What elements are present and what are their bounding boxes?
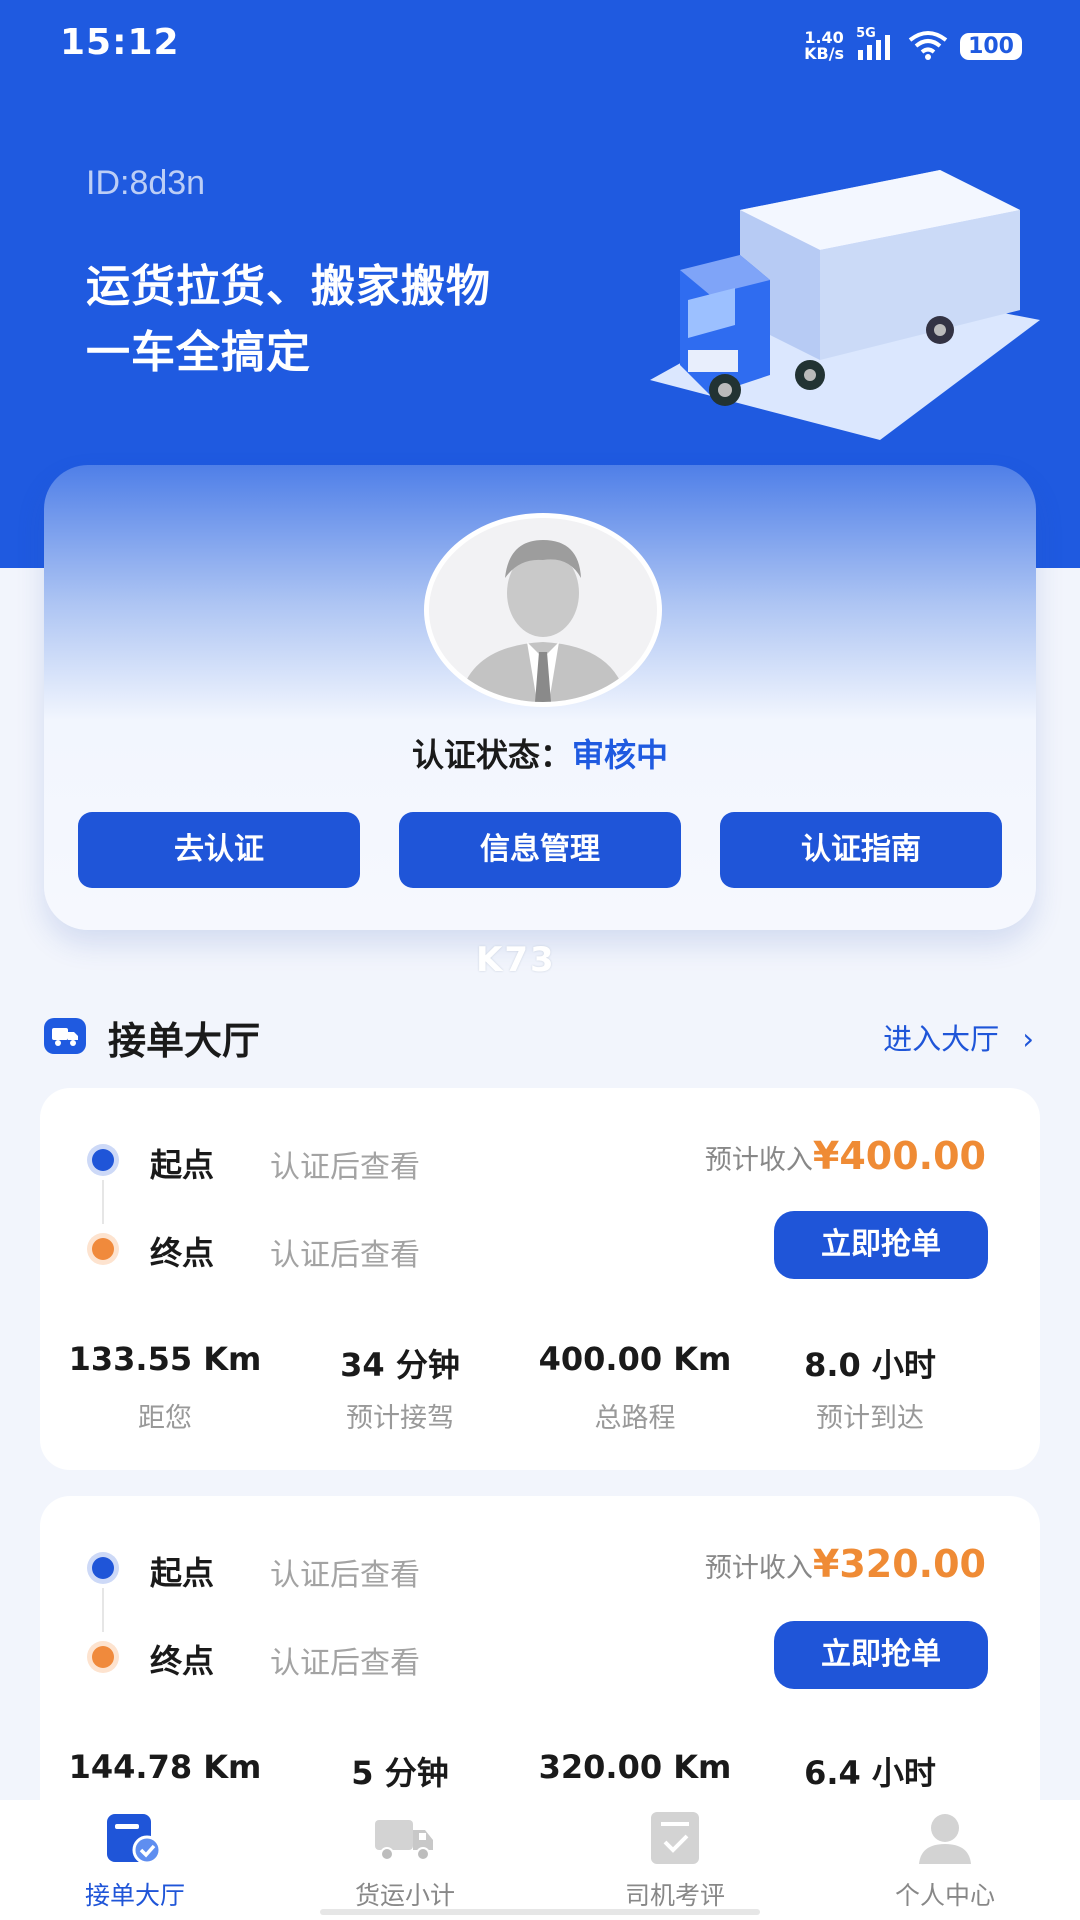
status-time: 15:12 xyxy=(60,22,180,63)
end-dot-icon xyxy=(92,1238,114,1260)
order-hall-header: 接单大厅 进入大厅 › xyxy=(44,1010,1034,1063)
truck-illustration xyxy=(650,170,1040,440)
review-icon xyxy=(643,1810,707,1866)
bottom-tab-bar: 接单大厅 货运小计 司机考评 个人中心 xyxy=(0,1800,1080,1920)
enter-hall-link-label: 进入大厅 xyxy=(883,1022,1000,1056)
income-amount: ¥400.00 xyxy=(812,1134,986,1178)
enter-hall-link[interactable]: 进入大厅 › xyxy=(883,1016,1034,1058)
tab-freight-summary-label: 货运小计 xyxy=(354,1881,455,1910)
stat-pickup-time-label: 预计接驾 xyxy=(346,1403,454,1434)
stat-pickup-time-value: 34 分钟 xyxy=(340,1346,460,1384)
stat-total-route-label: 总路程 xyxy=(594,1403,676,1434)
end-value: 认证后查看 xyxy=(270,1646,420,1681)
stat-arrival-value: 8.0 小时 xyxy=(804,1346,936,1384)
stat-distance-value: 144.78 Km xyxy=(68,1748,262,1786)
start-dot-icon xyxy=(92,1149,114,1171)
tab-driver-review[interactable]: 司机考评 xyxy=(540,1800,810,1920)
network-type: 5G xyxy=(856,26,876,41)
person-icon xyxy=(913,1810,977,1866)
hero-title: 运货拉货、搬家搬物 一车全搞定 xyxy=(86,254,491,386)
start-label: 起点 xyxy=(150,1146,215,1184)
start-value: 认证后查看 xyxy=(270,1150,420,1185)
stat-pickup-time-value: 5 分钟 xyxy=(351,1754,449,1792)
info-manage-button[interactable]: 信息管理 xyxy=(399,812,681,888)
grab-order-button[interactable]: 立即抢单 xyxy=(774,1621,988,1689)
cert-guide-button[interactable]: 认证指南 xyxy=(720,812,1002,888)
tab-personal-center[interactable]: 个人中心 xyxy=(810,1800,1080,1920)
chevron-right-icon: › xyxy=(1022,1022,1034,1056)
battery-icon: 100 xyxy=(960,32,1022,60)
tab-personal-center-label: 个人中心 xyxy=(894,1881,995,1910)
end-label: 终点 xyxy=(150,1234,215,1272)
income-row: 预计收入¥320.00 xyxy=(705,1542,986,1586)
income-label: 预计收入 xyxy=(704,1553,813,1584)
tab-order-hall-label: 接单大厅 xyxy=(84,1881,185,1910)
cert-status-label: 认证状态： xyxy=(411,736,572,774)
stat-distance-value: 133.55 Km xyxy=(68,1340,262,1378)
stat-arrival-value: 6.4 小时 xyxy=(804,1754,936,1792)
network-speed: 1.40 KB/s xyxy=(804,30,844,62)
cert-status-row: 认证状态：审核中 xyxy=(44,730,1036,776)
route-line xyxy=(102,1180,104,1224)
truck-icon xyxy=(373,1810,437,1866)
signal-icon: 5G xyxy=(856,26,896,62)
income-row: 预计收入¥400.00 xyxy=(705,1134,986,1178)
tab-driver-review-label: 司机考评 xyxy=(624,1881,725,1910)
network-speed-unit: KB/s xyxy=(804,44,845,63)
tab-order-hall[interactable]: 接单大厅 xyxy=(0,1800,270,1920)
watermark-logo: K73 xyxy=(476,940,556,980)
status-indicators: 1.40 KB/s 5G 100 xyxy=(804,26,1022,64)
end-label: 终点 xyxy=(150,1642,215,1680)
truck-badge-icon xyxy=(44,1018,86,1054)
status-bar: 15:12 1.40 KB/s 5G 100 xyxy=(0,0,1080,90)
income-label: 预计收入 xyxy=(704,1145,813,1176)
route-line xyxy=(102,1588,104,1632)
tab-freight-summary[interactable]: 货运小计 xyxy=(270,1800,540,1920)
stat-total-route-value: 400.00 Km xyxy=(538,1340,732,1378)
income-amount: ¥320.00 xyxy=(812,1542,986,1586)
stat-total-route-value: 320.00 Km xyxy=(538,1748,732,1786)
user-id: ID:8d3n xyxy=(86,164,206,202)
stat-distance-label: 距您 xyxy=(138,1403,192,1434)
avatar[interactable] xyxy=(424,513,662,707)
end-value: 认证后查看 xyxy=(270,1238,420,1273)
order-card[interactable]: 起点 认证后查看 终点 认证后查看 预计收入¥400.00 立即抢单 133.5… xyxy=(40,1088,1040,1470)
start-value: 认证后查看 xyxy=(270,1558,420,1593)
profile-card: 认证状态：审核中 去认证 信息管理 认证指南 xyxy=(44,465,1036,930)
order-hall-icon xyxy=(103,1810,167,1866)
grab-order-button[interactable]: 立即抢单 xyxy=(774,1211,988,1279)
hero-title-line2: 一车全搞定 xyxy=(86,327,311,378)
wifi-icon xyxy=(908,28,948,64)
home-indicator xyxy=(320,1909,760,1915)
end-dot-icon xyxy=(92,1646,114,1668)
cert-status-value: 审核中 xyxy=(572,736,669,774)
section-title: 接单大厅 xyxy=(108,1019,261,1063)
start-dot-icon xyxy=(92,1557,114,1579)
start-label: 起点 xyxy=(150,1554,215,1592)
person-avatar-icon xyxy=(459,540,627,702)
hero-title-line1: 运货拉货、搬家搬物 xyxy=(86,261,491,312)
stat-arrival-label: 预计到达 xyxy=(816,1403,924,1434)
go-certify-button[interactable]: 去认证 xyxy=(78,812,360,888)
